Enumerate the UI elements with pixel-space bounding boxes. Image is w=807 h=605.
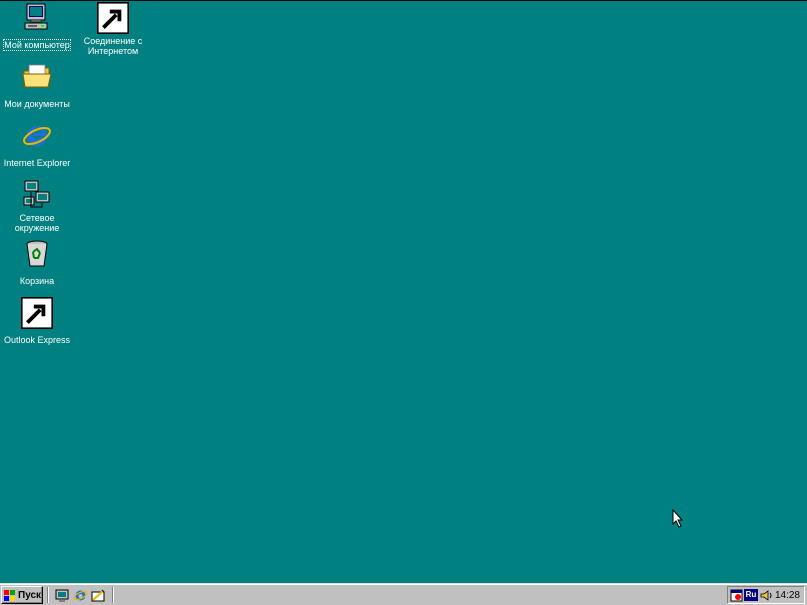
desktop-icon-network-neighborhood[interactable]: Сетевое окружение xyxy=(1,179,73,236)
outlook-express-icon xyxy=(91,589,105,602)
desktop-icon-recycle-bin[interactable]: Корзина xyxy=(1,238,73,289)
shortcut-arrow-icon xyxy=(21,297,53,329)
start-button[interactable]: Пуск xyxy=(1,586,43,604)
desktop-icon-my-documents[interactable]: Мои документы xyxy=(1,61,73,112)
internet-connection-icon xyxy=(97,2,129,34)
taskbar: Пуск Ru 14:28 xyxy=(0,583,807,605)
desktop-icon-internet-explorer[interactable]: Internet Explorer xyxy=(1,120,73,171)
volume-icon xyxy=(760,589,772,601)
desktop-icon-label: Outlook Express xyxy=(3,335,71,345)
desktop-icon-label: Мои документы xyxy=(4,99,70,109)
outlook-express-icon xyxy=(21,297,53,329)
start-button-label: Пуск xyxy=(18,589,42,601)
show-desktop-icon xyxy=(55,589,69,602)
taskbar-divider xyxy=(47,587,49,603)
internet-explorer-icon xyxy=(73,590,88,601)
recycle-bin-icon xyxy=(21,238,53,270)
network-neighborhood-icon xyxy=(21,179,53,211)
desktop-icon-label: Сетевое окружение xyxy=(14,213,60,233)
desktop-icon-label: Internet Explorer xyxy=(3,158,71,168)
internet-explorer-icon xyxy=(21,120,53,152)
mouse-cursor-icon xyxy=(672,509,684,528)
tray-scheduler[interactable] xyxy=(730,589,743,602)
language-indicator[interactable]: Ru xyxy=(744,589,758,601)
tray-volume[interactable] xyxy=(760,589,773,602)
quick-launch-show-desktop[interactable] xyxy=(55,588,70,603)
desktop-icon-internet-connection[interactable]: Соединение с Интернетом xyxy=(77,2,149,59)
windows-logo-icon xyxy=(4,589,15,601)
desktop[interactable]: Мой компьютер Соединение с Интернетом Мо… xyxy=(0,0,807,583)
clock[interactable]: 14:28 xyxy=(775,590,800,601)
quick-launch-internet-explorer[interactable] xyxy=(73,588,88,603)
desktop-icon-label: Соединение с Интернетом xyxy=(83,36,143,56)
taskbar-divider xyxy=(112,587,114,603)
system-tray: Ru 14:28 xyxy=(727,586,805,604)
my-computer-icon xyxy=(21,2,53,34)
quick-launch-outlook-express[interactable] xyxy=(91,588,106,603)
desktop-icon-outlook-express[interactable]: Outlook Express xyxy=(1,297,73,348)
desktop-icon-label: Мой компьютер xyxy=(3,39,71,51)
desktop-icon-label: Корзина xyxy=(19,276,55,286)
scheduler-icon xyxy=(730,589,743,601)
my-documents-icon xyxy=(21,61,53,93)
shortcut-arrow-icon xyxy=(97,2,129,34)
desktop-icon-my-computer[interactable]: Мой компьютер xyxy=(1,2,73,53)
